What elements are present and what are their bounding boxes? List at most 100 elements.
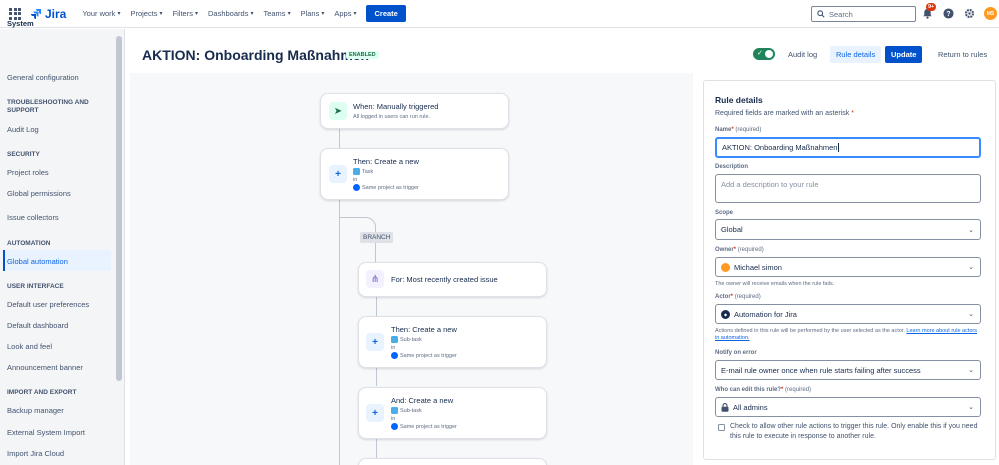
- return-to-rules-button[interactable]: Return to rules: [932, 46, 993, 63]
- action-card-partial[interactable]: [358, 458, 547, 465]
- sidebar-item-backup-manager[interactable]: Backup manager: [7, 406, 64, 415]
- scope-select[interactable]: Global ⌄: [715, 219, 981, 240]
- edit-permission-select[interactable]: All admins ⌄: [715, 397, 981, 417]
- jira-logo-icon: [31, 8, 41, 19]
- issue-type-row: Task: [353, 168, 373, 175]
- sidebar-item-default-dashboard[interactable]: Default dashboard: [7, 321, 68, 330]
- nav-projects[interactable]: Projects ▾: [130, 9, 162, 18]
- sidebar-item-issue-collectors[interactable]: Issue collectors: [7, 213, 59, 222]
- edit-permission-label: Who can edit this rule?* (required): [715, 387, 811, 393]
- allow-rule-trigger-checkbox[interactable]: [718, 424, 725, 431]
- scope-label: Scope: [715, 210, 734, 216]
- owner-value: Michael simon: [734, 262, 782, 272]
- action-title: And: Create a new: [391, 396, 454, 405]
- chevron-down-icon: ▾: [159, 11, 163, 17]
- label-text: Name: [715, 127, 732, 133]
- nav-your-work[interactable]: Your work ▾: [82, 9, 120, 18]
- asterisk: *: [733, 247, 737, 253]
- sidebar-item-general-configuration[interactable]: General configuration: [7, 73, 79, 82]
- issue-type-label: Sub-task: [400, 407, 422, 414]
- avatar[interactable]: MS: [984, 7, 997, 20]
- audit-log-button[interactable]: Audit log: [782, 46, 823, 63]
- description-textarea[interactable]: Add a description to your rule: [715, 174, 981, 203]
- sidebar-item-import-jira-cloud[interactable]: Import Jira Cloud: [7, 449, 64, 458]
- sidebar-item-default-user-preferences[interactable]: Default user preferences: [7, 300, 89, 309]
- chevron-down-icon: ▾: [287, 11, 291, 17]
- page-title: AKTION: Onboarding Maßnahmen: [142, 47, 370, 63]
- label-text: Who can edit this rule?: [715, 387, 782, 393]
- asterisk: *: [731, 127, 734, 133]
- nav-teams[interactable]: Teams ▾: [263, 9, 290, 18]
- nav-filters[interactable]: Filters ▾: [173, 9, 198, 18]
- sidebar-scrollbar[interactable]: [116, 36, 122, 381]
- create-button[interactable]: Create: [366, 5, 406, 22]
- project-label: Same project as trigger: [362, 184, 419, 191]
- trigger-card[interactable]: [320, 93, 509, 129]
- description-placeholder: Add a description to your rule: [721, 180, 819, 189]
- sidebar-section-automation: AUTOMATION: [7, 240, 51, 247]
- nav-label: Plans: [300, 9, 320, 18]
- sidebar-item-audit-log[interactable]: Audit Log: [7, 125, 39, 134]
- search-placeholder: Search: [829, 9, 853, 19]
- action-card[interactable]: [320, 148, 509, 200]
- rule-details-button[interactable]: Rule details: [830, 46, 882, 63]
- sidebar-item-project-roles[interactable]: Project roles: [7, 168, 49, 177]
- issue-type-row: Sub-task: [391, 407, 422, 414]
- nav-label: Teams: [263, 9, 286, 18]
- label-text: Actor: [715, 294, 731, 300]
- app-switcher-icon[interactable]: [9, 7, 21, 20]
- owner-select[interactable]: Michael simon ⌄: [715, 257, 981, 277]
- owner-label: Owner* (required): [715, 247, 764, 253]
- action-title: Then: Create a new: [391, 325, 457, 334]
- help-icon[interactable]: ?: [943, 8, 954, 19]
- sidebar-item-look-and-feel[interactable]: Look and feel: [7, 342, 52, 351]
- task-icon: [353, 168, 360, 175]
- sidebar-item-announcement-banner[interactable]: Announcement banner: [7, 363, 83, 372]
- gear-icon[interactable]: [964, 8, 975, 19]
- svg-text:?: ?: [946, 11, 950, 18]
- search-input[interactable]: Search: [811, 6, 916, 22]
- nav-dashboards[interactable]: Dashboards ▾: [208, 9, 253, 18]
- actor-select[interactable]: ◆ Automation for Jira ⌄: [715, 304, 981, 324]
- branch-label: BRANCH: [360, 232, 394, 243]
- owner-help: The owner will receive emails when the r…: [715, 281, 835, 287]
- nav-plans[interactable]: Plans ▾: [301, 9, 325, 18]
- chevron-down-icon: ▾: [194, 11, 198, 17]
- action-card[interactable]: [358, 316, 547, 368]
- update-button[interactable]: Update: [885, 46, 923, 63]
- nav-apps[interactable]: Apps ▾: [334, 9, 356, 18]
- name-input[interactable]: AKTION: Onboarding Maßnahmen: [715, 137, 981, 158]
- actor-help: Actions defined in this rule will be per…: [715, 328, 981, 342]
- plus-icon: +: [329, 165, 347, 183]
- label-text: Owner: [715, 247, 734, 253]
- label-hint: (required): [735, 127, 762, 133]
- notify-value: E-mail rule owner once when rule starts …: [721, 365, 921, 375]
- issue-type-label: Sub-task: [400, 336, 422, 343]
- chevron-down-icon: ⌄: [968, 311, 974, 318]
- sidebar-item-global-automation[interactable]: Global automation: [7, 257, 68, 266]
- project-icon: [391, 423, 398, 430]
- asterisk: *: [781, 387, 784, 393]
- connector-line: [376, 368, 377, 386]
- sidebar-item-global-permissions[interactable]: Global permissions: [7, 189, 71, 198]
- panel-title: Rule details: [715, 95, 763, 105]
- chevron-down-icon: ⌄: [968, 404, 974, 411]
- jira-logo[interactable]: Jira: [30, 7, 66, 21]
- actor-help-text: Actions defined in this rule will be per…: [715, 328, 905, 334]
- notify-select[interactable]: E-mail rule owner once when rule starts …: [715, 360, 981, 380]
- nav-menu: Your work ▾ Projects ▾ Filters ▾ Dashboards…: [82, 9, 356, 18]
- action-card[interactable]: [358, 387, 547, 439]
- plus-icon: +: [366, 404, 384, 422]
- cursor-click-icon: ➤: [329, 102, 347, 120]
- chevron-down-icon: ▾: [321, 11, 325, 17]
- search-icon: [817, 10, 825, 18]
- project-row: Same project as trigger: [391, 423, 457, 430]
- asterisk: *: [851, 110, 854, 117]
- chevron-down-icon: ⌄: [968, 226, 974, 234]
- notify-label: Notify on error: [715, 350, 757, 356]
- trigger-subtitle: All logged in users can run rule.: [353, 114, 431, 120]
- chevron-down-icon: ▾: [353, 11, 357, 17]
- sidebar-item-external-system-import[interactable]: External System Import: [7, 428, 85, 437]
- project-row: Same project as trigger: [391, 352, 457, 359]
- issue-type-label: Task: [362, 168, 374, 175]
